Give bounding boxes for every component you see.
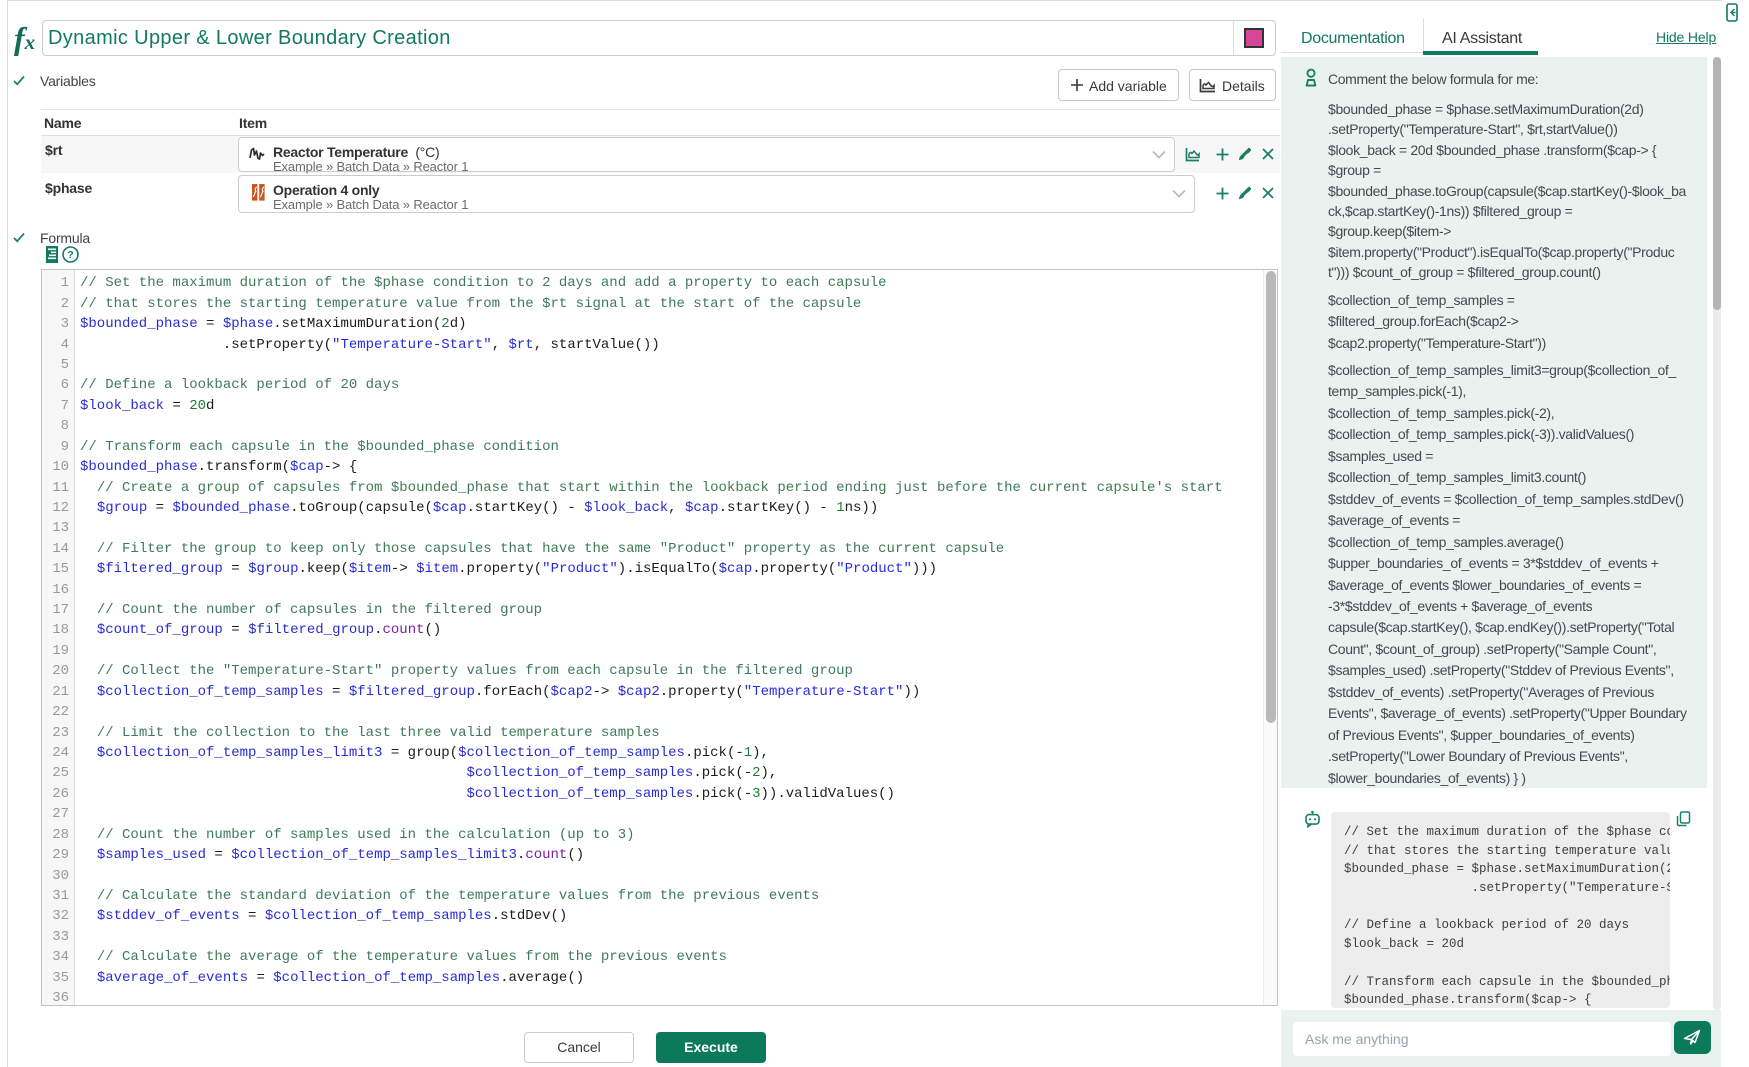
svg-text:?: ? xyxy=(67,249,73,261)
